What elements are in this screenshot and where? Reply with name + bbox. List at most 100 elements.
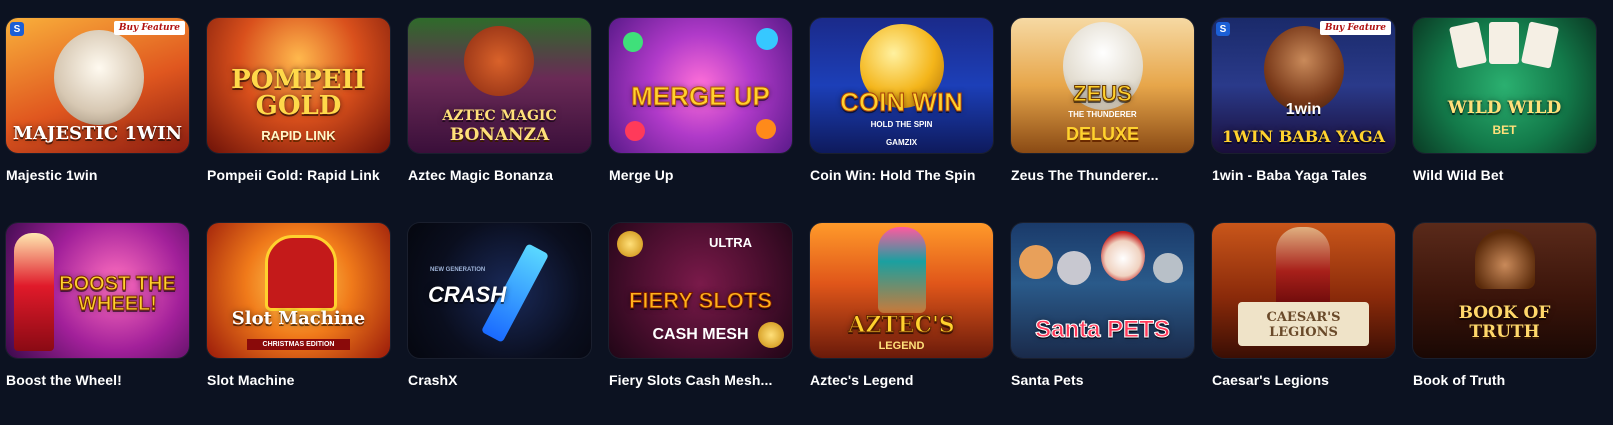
- game-title[interactable]: Wild Wild Bet: [1413, 167, 1596, 183]
- slot-machine-illustration: [265, 235, 337, 311]
- game-card-aztec-magic-bonanza[interactable]: AZTEC MAGIC BONANZA Aztec Magic Bonanza: [408, 18, 591, 183]
- game-logo-sub: NEW GENERATION: [430, 267, 486, 273]
- game-title[interactable]: Zeus The Thunderer...: [1011, 167, 1194, 183]
- game-thumbnail[interactable]: AZTEC'S LEGEND: [810, 223, 993, 358]
- game-logo: CAESAR'S: [1266, 310, 1341, 325]
- game-logo-sub: LEGEND: [878, 340, 925, 352]
- card-illustration: [1520, 21, 1560, 69]
- game-thumbnail[interactable]: S Buy Feature 1win 1WIN BABA YAGA: [1212, 18, 1395, 153]
- game-thumbnail[interactable]: WILD WILD BET: [1413, 18, 1596, 153]
- game-card-fiery-slots-cash-mesh[interactable]: ULTRA FIERY SLOTS CASH MESH Fiery Slots …: [609, 223, 792, 388]
- game-thumbnail[interactable]: Santa PETS: [1011, 223, 1194, 358]
- game-thumbnail[interactable]: MERGE UP: [609, 18, 792, 153]
- game-logo: CRASH: [428, 282, 507, 307]
- warrior-illustration: [464, 26, 534, 96]
- game-title[interactable]: Majestic 1win: [6, 167, 189, 183]
- games-grid-row-1: S Buy Feature MAJESTIC 1WIN Majestic 1wi…: [0, 0, 1613, 183]
- game-card-crashx[interactable]: NEW GENERATION CRASH CrashX: [408, 223, 591, 388]
- gem-icon: [756, 119, 776, 139]
- game-logo-sub: THE THUNDERER: [1068, 110, 1137, 119]
- pet-illustration: [1019, 245, 1053, 279]
- gem-icon: [625, 121, 645, 141]
- game-thumbnail[interactable]: POMPEII GOLD RAPID LINK: [207, 18, 390, 153]
- game-card-caesars-legions[interactable]: CAESAR'S LEGIONS Caesar's Legions: [1212, 223, 1395, 388]
- game-title[interactable]: Fiery Slots Cash Mesh...: [609, 372, 792, 388]
- game-logo-sub: HOLD THE SPIN: [870, 120, 933, 129]
- game-logo: WILD WILD: [1447, 98, 1562, 118]
- game-card-coin-win[interactable]: COIN WIN HOLD THE SPIN GAMZIX Coin Win: …: [810, 18, 993, 183]
- pet-illustration: [1153, 253, 1183, 283]
- game-card-wild-wild-bet[interactable]: WILD WILD BET Wild Wild Bet: [1413, 18, 1596, 183]
- game-logo-sub: LEGIONS: [1269, 325, 1338, 340]
- game-logo: Slot Machine: [231, 308, 366, 329]
- game-logo-sub2: CASH MESH: [652, 326, 749, 343]
- game-card-aztecs-legend[interactable]: AZTEC'S LEGEND Aztec's Legend: [810, 223, 993, 388]
- game-title[interactable]: 1win - Baba Yaga Tales: [1212, 167, 1395, 183]
- game-thumbnail[interactable]: S Buy Feature MAJESTIC 1WIN: [6, 18, 189, 153]
- game-logo: BOOK OF: [1458, 303, 1551, 323]
- game-card-zeus-the-thunderer[interactable]: ZEUS THE THUNDERER DELUXE Zeus The Thund…: [1011, 18, 1194, 183]
- game-logo: Santa PETS: [1035, 316, 1171, 343]
- game-logo: 1WIN BABA YAGA: [1221, 127, 1386, 146]
- game-title[interactable]: Slot Machine: [207, 372, 390, 388]
- game-card-pompeii-gold[interactable]: POMPEII GOLD RAPID LINK Pompeii Gold: Ra…: [207, 18, 390, 183]
- game-logo-sub: TRUTH: [1469, 322, 1540, 342]
- game-logo: ZEUS: [1073, 81, 1133, 106]
- game-card-slot-machine[interactable]: Slot Machine CHRISTMAS EDITION Slot Mach…: [207, 223, 390, 388]
- game-logo-sub2: DELUXE: [1065, 124, 1139, 144]
- game-thumbnail[interactable]: ULTRA FIERY SLOTS CASH MESH: [609, 223, 792, 358]
- lion-illustration: [54, 30, 144, 125]
- game-thumbnail[interactable]: ZEUS THE THUNDERER DELUXE: [1011, 18, 1194, 153]
- santa-illustration: [1101, 231, 1145, 281]
- game-thumbnail[interactable]: BOOK OF TRUTH: [1413, 223, 1596, 358]
- game-card-santa-pets[interactable]: Santa PETS Santa Pets: [1011, 223, 1194, 388]
- game-card-merge-up[interactable]: MERGE UP Merge Up: [609, 18, 792, 183]
- game-card-baba-yaga-tales[interactable]: S Buy Feature 1win 1WIN BABA YAGA 1win -…: [1212, 18, 1395, 183]
- game-logo: BOOST THE WHEEL!: [59, 273, 177, 315]
- game-thumbnail[interactable]: CAESAR'S LEGIONS: [1212, 223, 1395, 358]
- game-thumbnail[interactable]: BOOST THE WHEEL!: [6, 223, 189, 358]
- game-thumbnail[interactable]: Slot Machine CHRISTMAS EDITION: [207, 223, 390, 358]
- game-title[interactable]: Caesar's Legions: [1212, 372, 1395, 388]
- game-thumbnail[interactable]: COIN WIN HOLD THE SPIN GAMZIX: [810, 18, 993, 153]
- game-title[interactable]: Pompeii Gold: Rapid Link: [207, 167, 390, 183]
- game-title[interactable]: Santa Pets: [1011, 372, 1194, 388]
- game-logo: COIN WIN: [840, 87, 964, 117]
- game-title[interactable]: Book of Truth: [1413, 372, 1596, 388]
- provider-badge: S: [10, 22, 24, 36]
- game-title[interactable]: Aztec Magic Bonanza: [408, 167, 591, 183]
- game-logo: AZTEC MAGIC: [442, 108, 557, 124]
- gem-icon: [623, 32, 643, 52]
- game-logo-sub: BONANZA: [449, 125, 550, 145]
- brand-label: 1win: [1285, 101, 1322, 118]
- character-illustration: [878, 227, 926, 313]
- game-title[interactable]: CrashX: [408, 372, 591, 388]
- game-title[interactable]: Coin Win: Hold The Spin: [810, 167, 993, 183]
- game-card-book-of-truth[interactable]: BOOK OF TRUTH Book of Truth: [1413, 223, 1596, 388]
- gem-icon: [756, 28, 778, 50]
- card-illustration: [1489, 22, 1519, 64]
- game-logo-sub: BET: [1492, 123, 1517, 137]
- game-title[interactable]: Boost the Wheel!: [6, 372, 189, 388]
- coin-icon: [617, 231, 643, 257]
- buy-feature-badge: Buy Feature: [113, 21, 185, 35]
- game-logo-sub: CHRISTMAS EDITION: [247, 339, 350, 350]
- game-logo: POMPEII GOLD: [231, 65, 366, 121]
- game-card-majestic-1win[interactable]: S Buy Feature MAJESTIC 1WIN Majestic 1wi…: [6, 18, 189, 183]
- buy-feature-badge: Buy Feature: [1319, 21, 1391, 35]
- game-title[interactable]: Merge Up: [609, 167, 792, 183]
- baba-yaga-illustration: [1264, 26, 1344, 112]
- card-illustration: [1448, 21, 1488, 69]
- provider-label: GAMZIX: [885, 138, 918, 147]
- pet-illustration: [1057, 251, 1091, 285]
- game-logo: MAJESTIC 1WIN: [12, 123, 183, 144]
- caesar-illustration: [1276, 227, 1330, 307]
- game-logo: AZTEC'S: [848, 312, 955, 338]
- game-logo-sub: ULTRA: [708, 235, 753, 250]
- explorer-illustration: [1475, 229, 1535, 289]
- game-thumbnail[interactable]: AZTEC MAGIC BONANZA: [408, 18, 591, 153]
- game-thumbnail[interactable]: NEW GENERATION CRASH: [408, 223, 591, 358]
- game-card-boost-the-wheel[interactable]: BOOST THE WHEEL! Boost the Wheel!: [6, 223, 189, 388]
- game-title[interactable]: Aztec's Legend: [810, 372, 993, 388]
- game-logo: FIERY SLOTS: [628, 288, 773, 313]
